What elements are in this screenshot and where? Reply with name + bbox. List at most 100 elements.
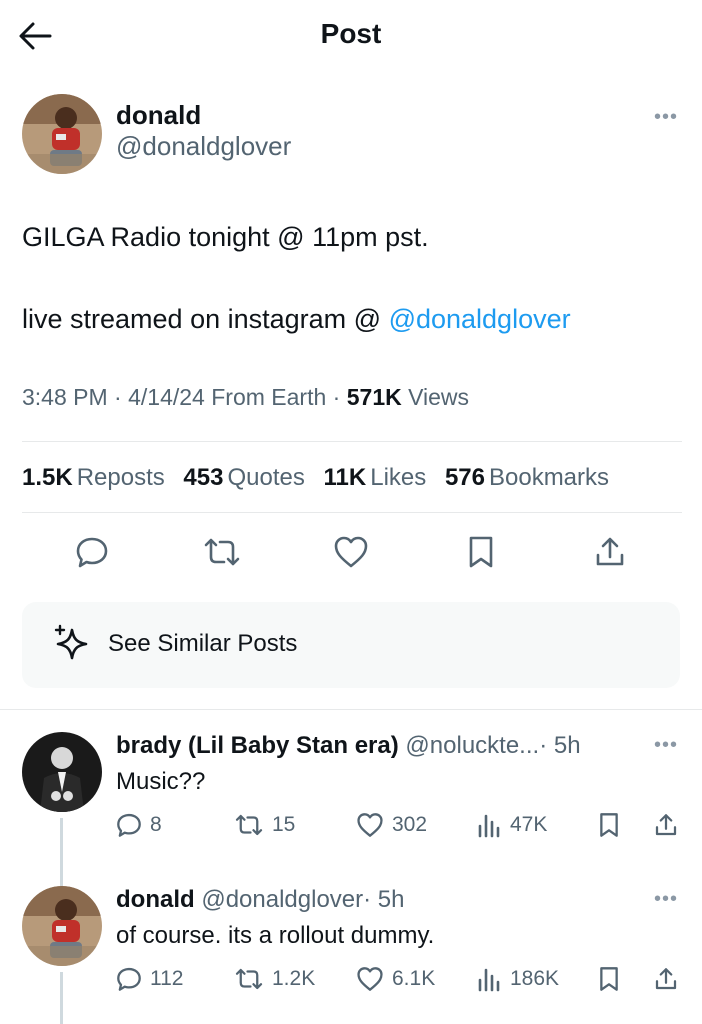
likes-label: Likes	[370, 464, 427, 491]
share-button[interactable]	[654, 966, 678, 992]
reply-time: · 5h	[539, 732, 581, 759]
handle[interactable]: @donaldglover	[116, 130, 291, 162]
reply-handle[interactable]: @donaldglover	[201, 886, 363, 913]
repost-count: 1.2K	[272, 967, 316, 990]
see-similar-posts-button[interactable]: See Similar Posts	[22, 602, 680, 688]
like-count: 6.1K	[392, 967, 436, 990]
like-button[interactable]: 302	[356, 812, 427, 838]
share-icon	[655, 968, 677, 990]
author-block: donald @donaldglover	[116, 100, 291, 162]
see-similar-posts-label: See Similar Posts	[108, 630, 298, 657]
post-text: GILGA Radio tonight @ 11pm pst. live str…	[22, 220, 682, 336]
views-count: 571K	[346, 384, 402, 410]
post-text-line-1: GILGA Radio tonight @ 11pm pst.	[22, 222, 429, 252]
likes-stat[interactable]: 11K Likes	[324, 464, 427, 491]
post-date: 4/14/24	[128, 384, 205, 410]
repost-button[interactable]: 1.2K	[234, 966, 315, 992]
like-count: 302	[392, 813, 428, 836]
reply-count: 112	[150, 967, 184, 990]
thread-line	[60, 972, 63, 1024]
sparkle-icon	[54, 624, 88, 660]
meta-separator: ·	[332, 384, 341, 410]
bookmarks-stat[interactable]: 576 Bookmarks	[445, 464, 609, 491]
views-chart-icon	[478, 968, 500, 992]
views-chart-icon	[478, 814, 500, 838]
reply-display-name[interactable]: donald	[116, 886, 195, 913]
reposts-count: 1.5K	[22, 464, 73, 491]
reply-count: 8	[150, 813, 162, 836]
avatar-image	[22, 886, 102, 966]
heart-icon	[357, 967, 383, 991]
share-icon	[655, 814, 677, 836]
divider	[22, 441, 682, 442]
reply-post[interactable]: donald @donaldglover· 5h ••• of course. …	[22, 886, 682, 1024]
bookmark-icon	[600, 813, 618, 837]
engagement-stats: 1.5K Reposts 453 Quotes 11K Likes 576 Bookma…	[22, 464, 621, 492]
display-name[interactable]: donald	[116, 100, 291, 130]
bookmark-icon	[600, 967, 618, 991]
share-button[interactable]	[586, 528, 634, 576]
more-options-icon[interactable]: •••	[654, 106, 678, 129]
bookmarks-label: Bookmarks	[488, 464, 610, 491]
reposts-label: Reposts	[76, 464, 165, 491]
top-bar: Post	[0, 0, 702, 70]
section-divider	[0, 709, 702, 710]
bookmarks-count: 576	[444, 464, 485, 491]
bookmark-icon	[469, 536, 493, 568]
heart-icon	[334, 536, 368, 568]
avatar[interactable]	[22, 732, 102, 812]
reply-icon	[117, 967, 141, 991]
reply-time: · 5h	[363, 886, 405, 913]
post-time: 3:48 PM	[22, 384, 108, 410]
more-options-icon[interactable]: •••	[654, 734, 678, 757]
avatar-image	[22, 732, 102, 812]
quotes-stat[interactable]: 453 Quotes	[183, 464, 304, 491]
views-count: 186K	[510, 967, 560, 990]
reply-header: donald @donaldglover· 5h	[116, 886, 405, 914]
reply-button[interactable]	[68, 528, 116, 576]
page-title: Post	[320, 18, 382, 49]
meta-separator: ·	[114, 384, 122, 410]
divider	[22, 512, 682, 513]
repost-button[interactable]: 15	[234, 812, 295, 838]
like-button[interactable]: 6.1K	[356, 966, 435, 992]
reply-post[interactable]: brady (Lil Baby Stan era) @noluckte...· …	[22, 732, 682, 908]
reply-action-bar: 8 15 302 47K	[116, 812, 682, 842]
share-icon	[596, 537, 624, 566]
reply-button[interactable]: 8	[116, 812, 162, 838]
repost-button[interactable]	[198, 528, 246, 576]
post-location: From Earth	[211, 384, 327, 410]
reply-icon	[76, 537, 108, 568]
repost-icon	[235, 814, 263, 836]
quotes-count: 453	[183, 464, 224, 491]
bookmark-button[interactable]	[598, 966, 620, 992]
quotes-label: Quotes	[227, 464, 305, 491]
post-text-prefix: live streamed on instagram @	[22, 304, 389, 334]
post-text-line-2: live streamed on instagram @ @donaldglov…	[22, 302, 682, 336]
reply-header: brady (Lil Baby Stan era) @noluckte...· …	[116, 732, 581, 760]
heart-icon	[357, 813, 383, 837]
views-count: 47K	[510, 813, 548, 836]
avatar[interactable]	[22, 886, 102, 966]
reply-handle[interactable]: @noluckte...	[405, 732, 539, 759]
share-button[interactable]	[654, 812, 678, 838]
repost-icon	[235, 968, 263, 990]
reply-display-name[interactable]: brady (Lil Baby Stan era)	[116, 732, 399, 759]
bookmark-button[interactable]	[457, 528, 505, 576]
more-options-icon[interactable]: •••	[654, 888, 678, 911]
reposts-stat[interactable]: 1.5K Reposts	[22, 464, 165, 491]
reply-button[interactable]: 112	[116, 966, 183, 992]
bookmark-button[interactable]	[598, 812, 620, 838]
post-meta: 3:48 PM · 4/14/24 From Earth · 571K View…	[22, 384, 469, 411]
repost-icon	[204, 538, 240, 566]
reply-text: of course. its a rollout dummy.	[116, 922, 435, 949]
reply-text: Music??	[116, 768, 206, 795]
avatar[interactable]	[22, 94, 102, 174]
views-button[interactable]: 186K	[476, 966, 559, 992]
like-button[interactable]	[327, 528, 375, 576]
mention-link[interactable]: @donaldglover	[389, 304, 571, 334]
views-label: Views	[408, 384, 470, 410]
views-button[interactable]: 47K	[476, 812, 547, 838]
repost-count: 15	[272, 813, 296, 836]
avatar-image	[22, 94, 102, 174]
